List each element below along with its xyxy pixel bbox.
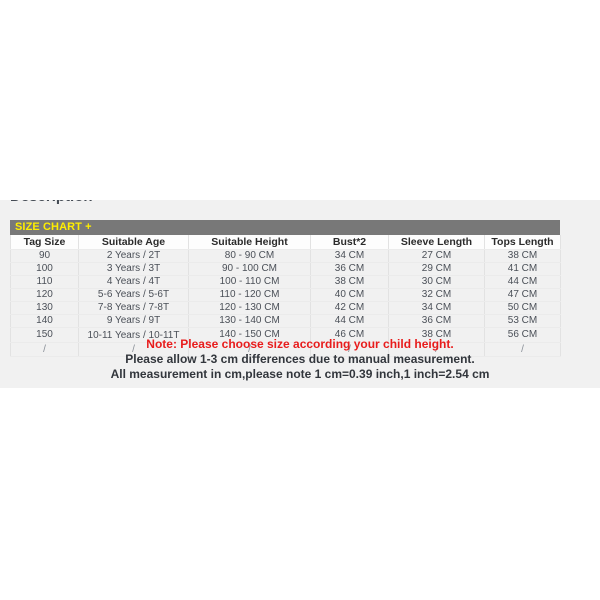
note-line-conversion: All measurement in cm,please note 1 cm=0…: [110, 367, 490, 381]
column-header-sleeve-length: Sleeve Length: [388, 235, 485, 250]
cell-tops-length: 53 CM: [484, 314, 561, 328]
description-heading-clipped: Description: [10, 200, 93, 206]
cell-suitable-age: 2 Years / 2T: [78, 249, 189, 263]
cell-tag-size: 120: [10, 288, 79, 302]
note-line-warning: Note: Please choose size according your …: [146, 337, 454, 351]
cell-tag-size: 110: [10, 275, 79, 289]
cell-bust: 44 CM: [310, 314, 389, 328]
cell-tag-size: 140: [10, 314, 79, 328]
cell-suitable-age: 7-8 Years / 7-8T: [78, 301, 189, 315]
cell-bust: 36 CM: [310, 262, 389, 276]
table-row: 100 3 Years / 3T 90 - 100 CM 36 CM 29 CM…: [10, 262, 561, 276]
cell-suitable-age: 4 Years / 4T: [78, 275, 189, 289]
table-header-row: Tag Size Suitable Age Suitable Height Bu…: [10, 235, 561, 250]
cell-tag-size: 130: [10, 301, 79, 315]
cell-tag-size: 90: [10, 249, 79, 263]
column-header-tag-size: Tag Size: [10, 235, 79, 250]
cell-sleeve-length: 30 CM: [388, 275, 485, 289]
column-header-suitable-age: Suitable Age: [78, 235, 189, 250]
cell-sleeve-length: 27 CM: [388, 249, 485, 263]
note-line-tolerance: Please allow 1-3 cm differences due to m…: [125, 352, 475, 366]
table-row: 130 7-8 Years / 7-8T 120 - 130 CM 42 CM …: [10, 301, 561, 315]
cell-tops-length: 41 CM: [484, 262, 561, 276]
table-header: Tag Size Suitable Age Suitable Height Bu…: [10, 235, 561, 250]
cell-suitable-age: 3 Years / 3T: [78, 262, 189, 276]
description-panel: Description SIZE CHART + Tag Size Suitab…: [0, 200, 600, 388]
cell-suitable-age: 9 Years / 9T: [78, 314, 189, 328]
cell-sleeve-length: 29 CM: [388, 262, 485, 276]
size-chart-banner-label: SIZE CHART +: [15, 221, 92, 233]
cell-suitable-height: 90 - 100 CM: [188, 262, 311, 276]
table-row: 110 4 Years / 4T 100 - 110 CM 38 CM 30 C…: [10, 275, 561, 289]
size-chart-banner[interactable]: SIZE CHART +: [10, 220, 560, 235]
column-header-bust: Bust*2: [310, 235, 389, 250]
cell-bust: 42 CM: [310, 301, 389, 315]
table-row: 120 5-6 Years / 5-6T 110 - 120 CM 40 CM …: [10, 288, 561, 302]
column-header-suitable-height: Suitable Height: [188, 235, 311, 250]
cell-suitable-height: 100 - 110 CM: [188, 275, 311, 289]
description-heading-text: Description: [10, 200, 93, 206]
cell-tops-length: 38 CM: [484, 249, 561, 263]
cell-sleeve-length: 36 CM: [388, 314, 485, 328]
table-row: 90 2 Years / 2T 80 - 90 CM 34 CM 27 CM 3…: [10, 249, 561, 263]
cell-tag-size: 100: [10, 262, 79, 276]
cell-suitable-height: 130 - 140 CM: [188, 314, 311, 328]
cell-suitable-height: 120 - 130 CM: [188, 301, 311, 315]
cell-tops-length: 47 CM: [484, 288, 561, 302]
cell-suitable-height: 110 - 120 CM: [188, 288, 311, 302]
size-chart-notes: Note: Please choose size according your …: [0, 337, 600, 382]
cell-tops-length: 44 CM: [484, 275, 561, 289]
cell-suitable-age: 5-6 Years / 5-6T: [78, 288, 189, 302]
cell-suitable-height: 80 - 90 CM: [188, 249, 311, 263]
cell-bust: 34 CM: [310, 249, 389, 263]
table-row: 140 9 Years / 9T 130 - 140 CM 44 CM 36 C…: [10, 314, 561, 328]
cell-bust: 38 CM: [310, 275, 389, 289]
cell-sleeve-length: 32 CM: [388, 288, 485, 302]
column-header-tops-length: Tops Length: [484, 235, 561, 250]
cell-sleeve-length: 34 CM: [388, 301, 485, 315]
cell-tops-length: 50 CM: [484, 301, 561, 315]
cell-bust: 40 CM: [310, 288, 389, 302]
